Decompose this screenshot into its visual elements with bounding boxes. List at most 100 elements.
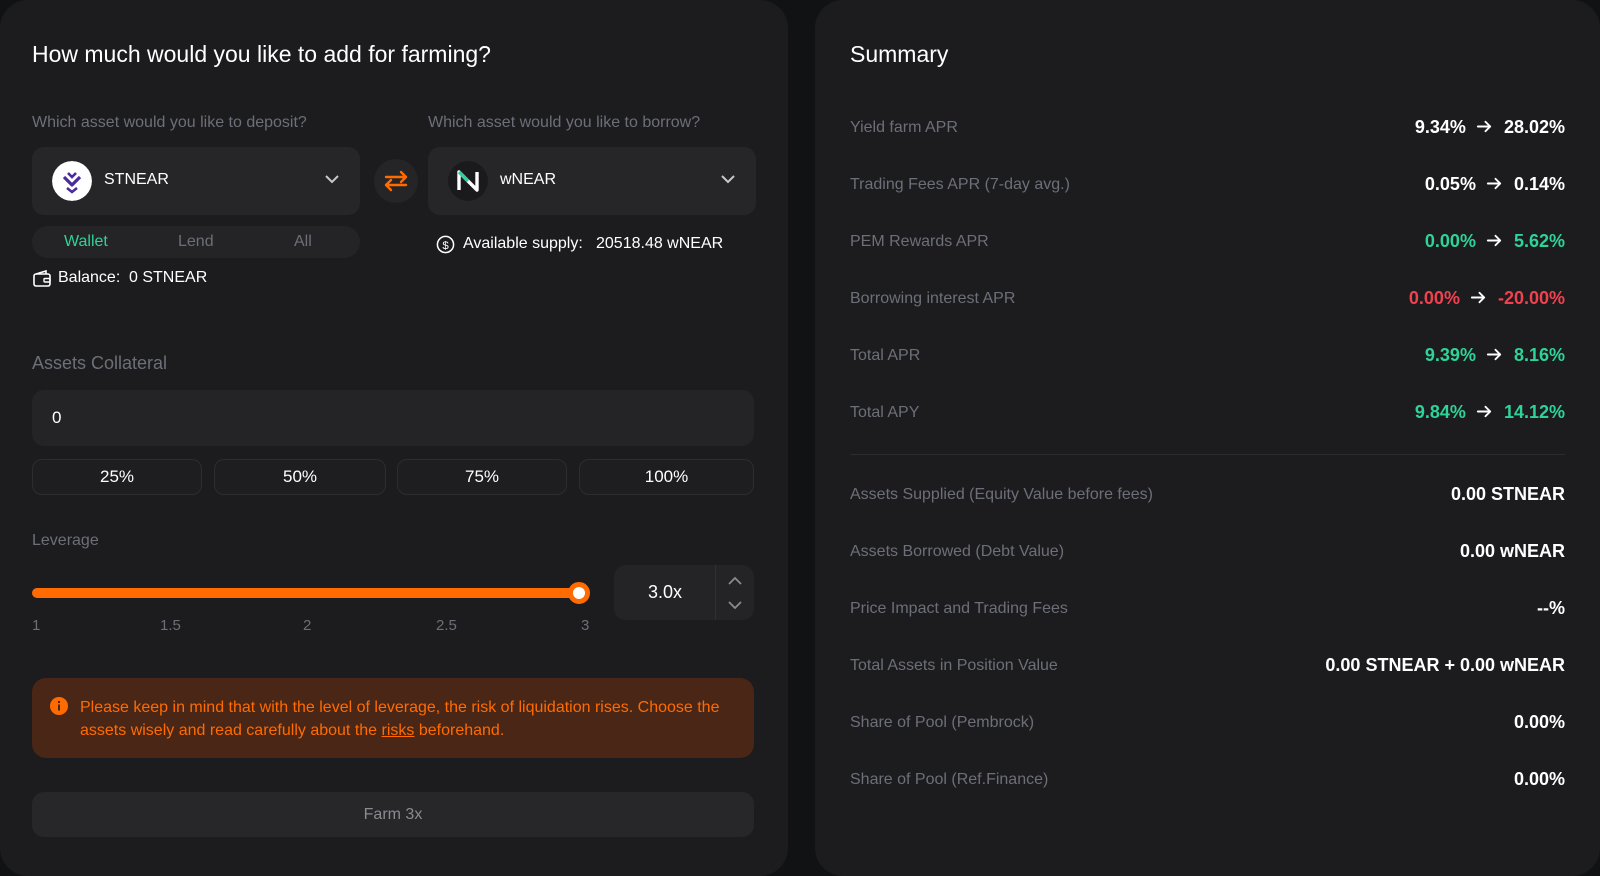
leverage-warning: Please keep in mind that with the level … [32,678,754,758]
borrow-asset-select[interactable]: wNEAR [428,147,756,215]
supply-value: 20518.48 wNEAR [596,235,724,252]
apr-row: PEM Rewards APR 0.00% 5.62% [850,231,1565,255]
apr-to-value: 8.16% [1513,345,1565,365]
arrow-right-icon [1476,174,1514,195]
apr-from-value: 9.34% [1414,117,1466,137]
tab-lend[interactable]: Lend [178,233,214,251]
apr-from-value: 9.84% [1414,402,1466,422]
detail-row-label: Share of Pool (Pembrock) [850,714,1035,731]
warning-text-part: beforehand. [418,722,505,739]
apr-row-value: 0.00% -20.00% [1409,288,1565,309]
farming-title: How much would you like to add for farmi… [32,41,491,67]
detail-row-label: Assets Supplied (Equity Value before fee… [850,486,1153,503]
percent-75-button[interactable]: 75% [397,459,567,495]
apr-from-value: 9.39% [1424,345,1476,365]
apr-from-value: 0.00% [1408,288,1460,308]
apr-row-label: Total APR [850,347,921,364]
detail-row: Total Assets in Position Value 0.00 STNEA… [850,655,1565,679]
farm-button[interactable]: Farm 3x [32,792,754,837]
detail-row-value: 0.00 STNEAR + 0.00 wNEAR [1325,655,1565,675]
balance-label: Balance: [58,269,121,286]
leverage-stepper-arrows [715,565,754,620]
apr-from-value: 0.00% [1424,231,1476,251]
borrow-label: Which asset would you like to borrow? [428,114,701,131]
leverage-tick: 2.5 [436,617,457,634]
swap-arrows-icon [384,170,408,192]
chevron-down-icon [325,175,339,184]
detail-row-value: --% [1537,598,1565,618]
apr-from-value: 0.05% [1424,174,1476,194]
detail-row: Price Impact and Trading Fees --% [850,598,1565,622]
collateral-input[interactable]: 0 [32,390,754,446]
detail-row: Assets Supplied (Equity Value before fee… [850,484,1565,508]
apr-row: Total APR 9.39% 8.16% [850,345,1565,369]
balance-value: 0 STNEAR [129,269,208,286]
apr-row-label: Borrowing interest APR [850,290,1016,307]
apr-row-label: PEM Rewards APR [850,233,989,250]
arrow-right-icon [1476,231,1514,252]
detail-row: Share of Pool (Pembrock) 0.00% [850,712,1565,736]
apr-row-value: 0.05% 0.14% [1425,174,1565,195]
apr-row: Trading Fees APR (7-day avg.) 0.05% 0.14% [850,174,1565,198]
risks-link[interactable]: risks [382,722,415,739]
apr-row-value: 0.00% 5.62% [1425,231,1565,252]
swap-assets-button[interactable] [374,159,418,203]
coin-icon: $ [436,235,455,254]
tab-all[interactable]: All [294,233,312,251]
arrow-right-icon [1476,345,1514,366]
detail-row-label: Total Assets in Position Value [850,657,1058,674]
tab-wallet[interactable]: Wallet [64,233,108,251]
collateral-label: Assets Collateral [32,353,168,373]
leverage-tick: 1.5 [160,617,181,634]
apr-row-label: Trading Fees APR (7-day avg.) [850,176,1070,193]
apr-to-value: 0.14% [1513,174,1565,194]
leverage-tick: 3 [581,617,590,634]
percent-100-button[interactable]: 100% [579,459,754,495]
leverage-value: 3.0x [648,582,683,602]
percent-25-button[interactable]: 25% [32,459,202,495]
wallet-icon [33,269,51,287]
leverage-label: Leverage [32,532,99,549]
apr-row-value: 9.34% 28.02% [1415,117,1565,138]
leverage-slider-handle[interactable] [568,582,590,604]
apr-row: Yield farm APR 9.34% 28.02% [850,117,1565,141]
deposit-token-name: STNEAR [104,171,169,188]
apr-row-label: Total APY [850,404,920,421]
balance-source-tabs: Wallet Lend All [32,226,360,258]
detail-row-value: 0.00 wNEAR [1459,541,1565,561]
summary-divider [850,454,1565,455]
deposit-label: Which asset would you like to deposit? [32,114,307,131]
supply-label: Available supply: [463,235,583,252]
stnear-logo-icon [52,161,92,201]
info-icon [50,697,68,715]
detail-row: Share of Pool (Ref.Finance) 0.00% [850,769,1565,793]
percent-50-button[interactable]: 50% [214,459,386,495]
arrow-right-icon [1466,117,1504,138]
arrow-right-icon [1466,402,1504,423]
detail-row-value: 0.00% [1513,712,1565,732]
apr-to-value: 5.62% [1513,231,1565,251]
apr-row-value: 9.39% 8.16% [1425,345,1565,366]
apr-row: Total APY 9.84% 14.12% [850,402,1565,426]
apr-to-value: -20.00% [1497,288,1565,308]
detail-row-label: Assets Borrowed (Debt Value) [850,543,1065,560]
svg-text:$: $ [442,240,449,252]
detail-row-label: Price Impact and Trading Fees [850,600,1068,617]
chevron-down-icon [721,175,735,184]
apr-row: Borrowing interest APR 0.00% -20.00% [850,288,1565,312]
near-logo-icon [448,161,488,201]
stepper-arrows-icon[interactable] [716,565,754,620]
summary-title: Summary [850,41,949,67]
leverage-tick: 2 [303,617,312,634]
detail-row-label: Share of Pool (Ref.Finance) [850,771,1049,788]
deposit-asset-select[interactable]: STNEAR [32,147,360,215]
detail-row-value: 0.00% [1513,769,1565,789]
apr-row-value: 9.84% 14.12% [1415,402,1565,423]
detail-row: Assets Borrowed (Debt Value) 0.00 wNEAR [850,541,1565,565]
leverage-stepper[interactable]: 3.0x [614,565,754,620]
arrow-right-icon [1460,288,1498,309]
detail-row-value: 0.00 STNEAR [1450,484,1565,504]
leverage-slider-track[interactable] [32,588,580,598]
warning-text: Please keep in mind that with the level … [80,696,730,742]
apr-to-value: 14.12% [1503,402,1565,422]
